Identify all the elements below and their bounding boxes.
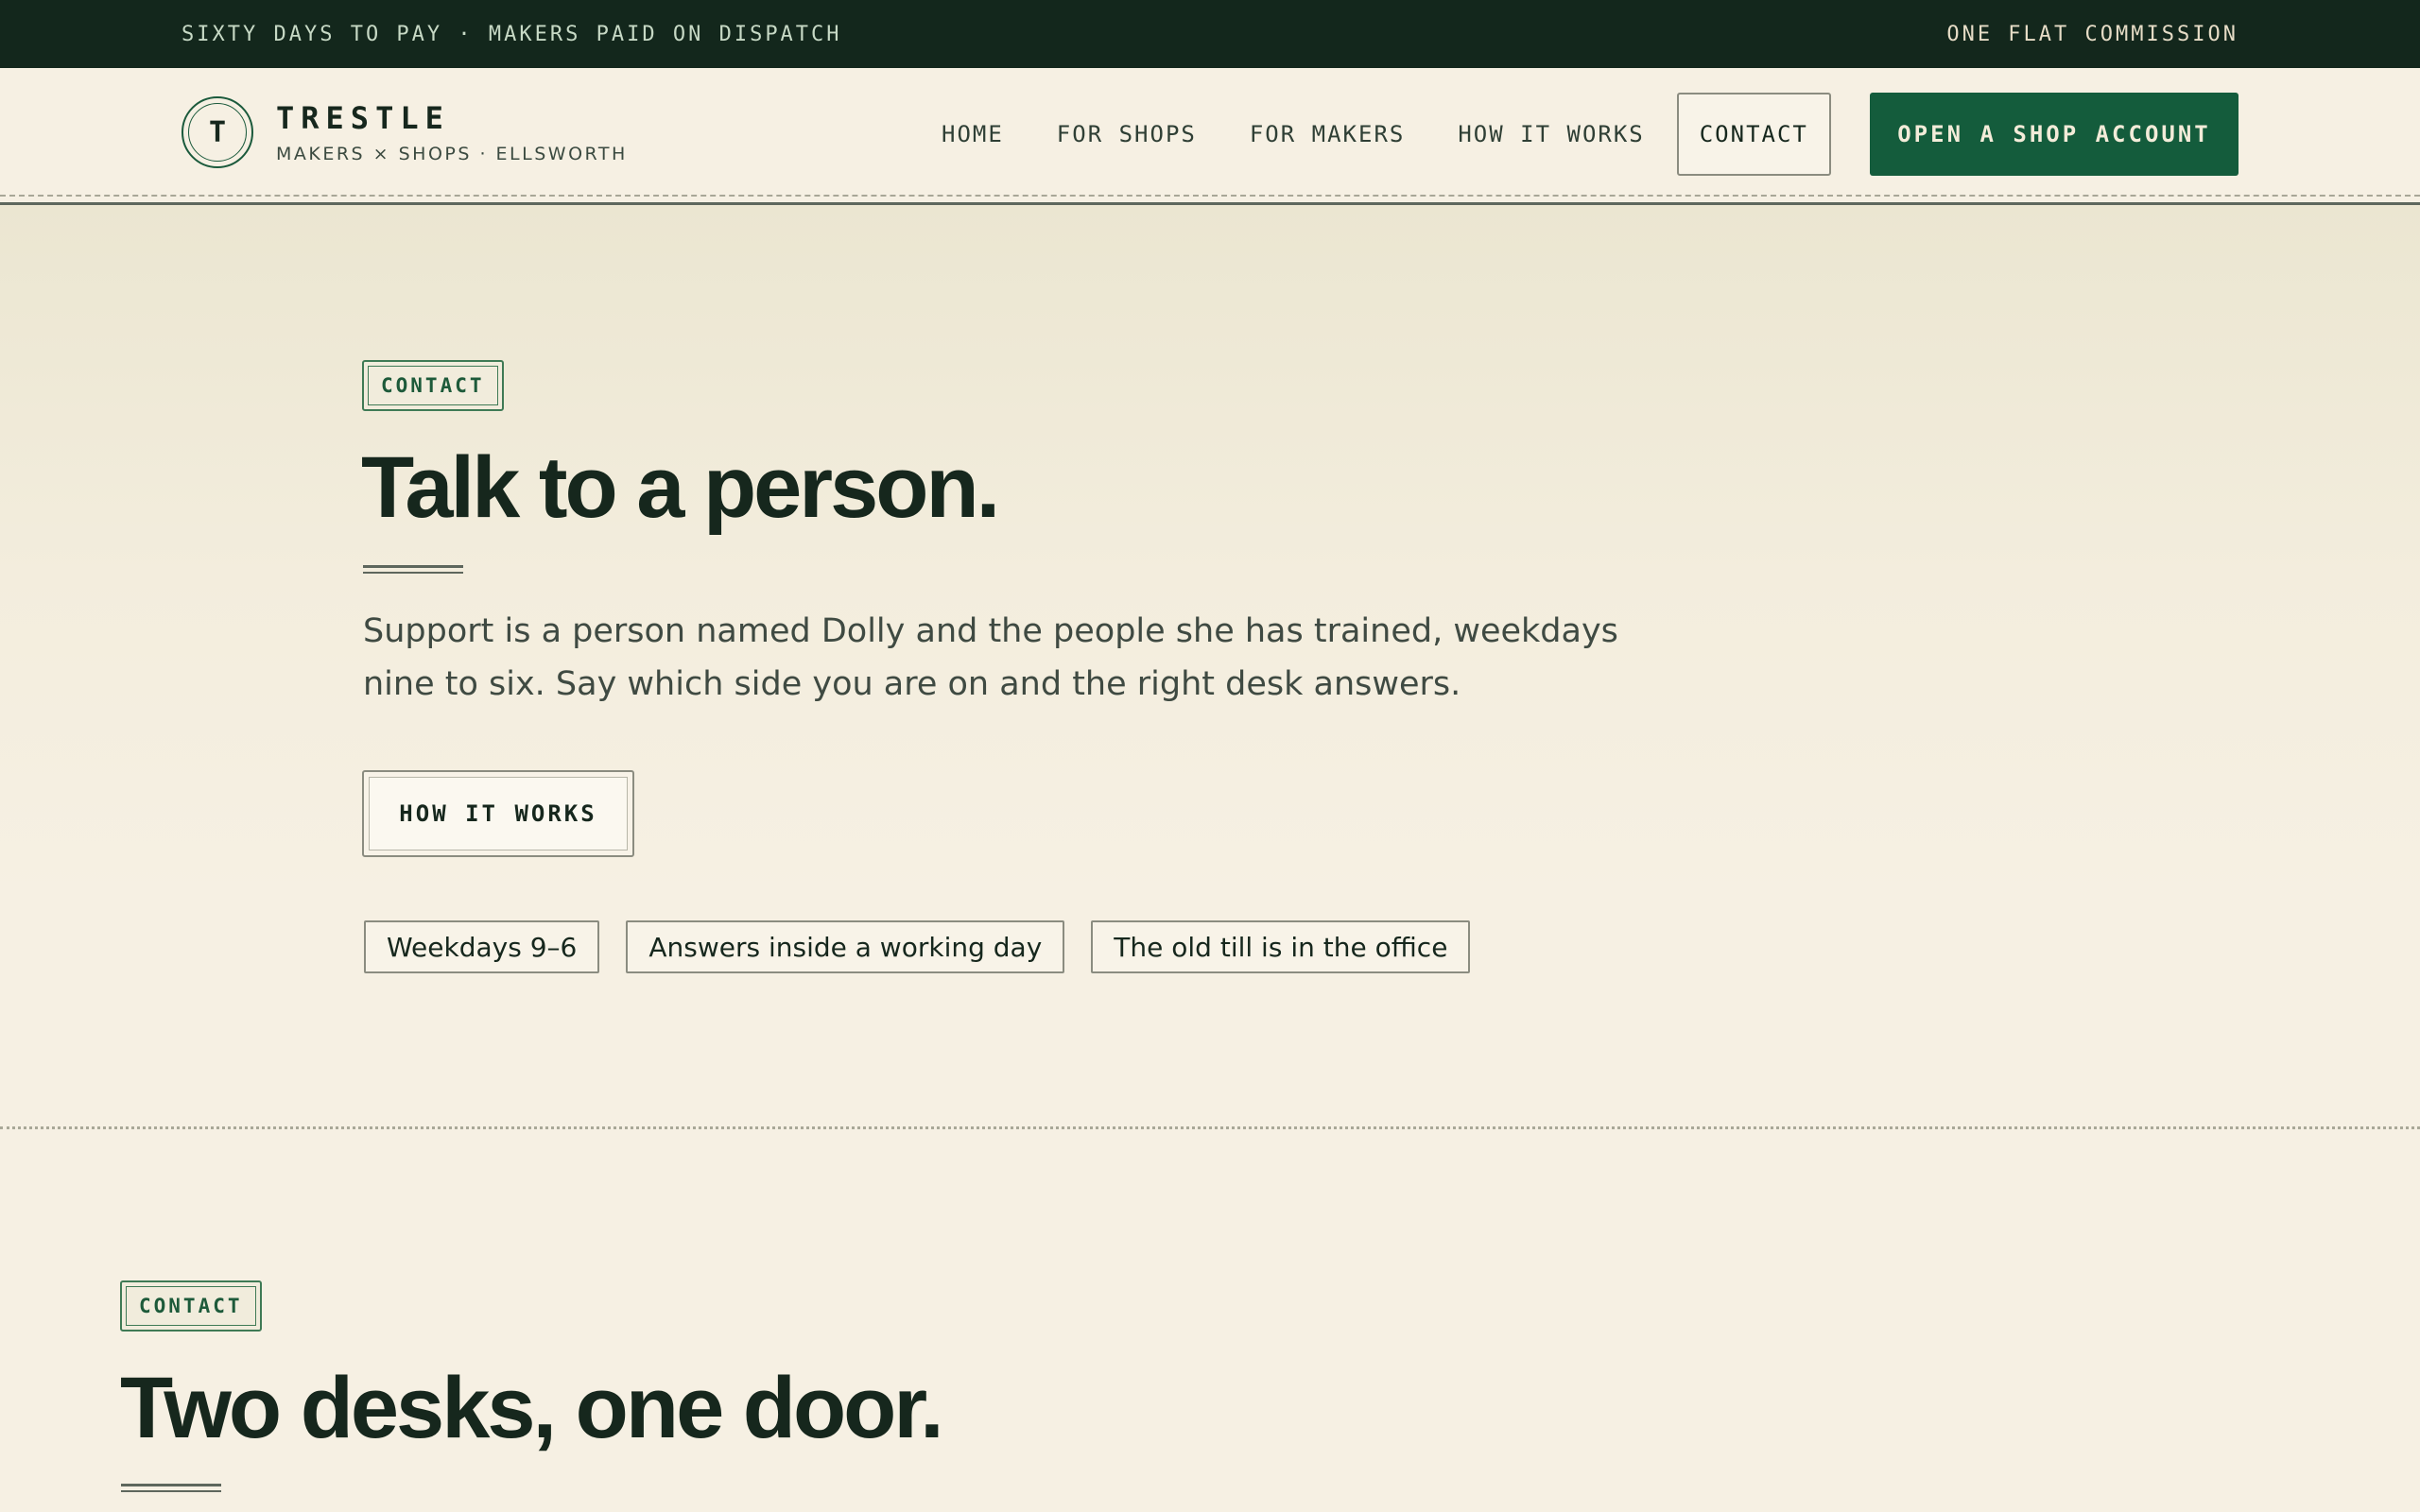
page-title: Talk to a person. — [361, 439, 1000, 536]
section-divider — [0, 1126, 2420, 1129]
announcement-left: SIXTY DAYS TO PAY · MAKERS PAID ON DISPA… — [182, 22, 842, 46]
chip-response-time: Answers inside a working day — [626, 920, 1065, 973]
site-header: T TRESTLE MAKERS × SHOPS · ELLSWORTH HOM… — [0, 68, 2420, 205]
brand-tagline: MAKERS × SHOPS · ELLSWORTH — [276, 144, 628, 164]
section-tag-label: CONTACT — [126, 1286, 256, 1326]
section-tag: CONTACT — [120, 1280, 262, 1332]
brand-name[interactable]: TRESTLE — [276, 100, 450, 136]
announcement-bar: SIXTY DAYS TO PAY · MAKERS PAID ON DISPA… — [0, 0, 2420, 68]
announcement-right: ONE FLAT COMMISSION — [1946, 22, 2238, 46]
header-dashed-divider — [0, 195, 2420, 197]
chip-office: The old till is in the office — [1091, 920, 1471, 973]
how-it-works-button-label: HOW IT WORKS — [369, 777, 628, 850]
logo-icon[interactable]: T — [182, 96, 253, 168]
main-nav: HOME FOR SHOPS FOR MAKERS HOW IT WORKS C… — [915, 93, 1831, 176]
hero-chips: Weekdays 9–6 Answers inside a working da… — [364, 920, 1471, 973]
nav-item-home[interactable]: HOME — [915, 93, 1030, 176]
open-shop-account-button[interactable]: OPEN A SHOP ACCOUNT — [1870, 93, 2238, 176]
hero-tag: CONTACT — [362, 360, 504, 411]
title-underline — [363, 565, 463, 574]
nav-item-for-makers[interactable]: FOR MAKERS — [1223, 93, 1432, 176]
nav-item-for-shops[interactable]: FOR SHOPS — [1030, 93, 1223, 176]
nav-item-contact[interactable]: CONTACT — [1676, 93, 1831, 176]
hero-lede: Support is a person named Dolly and the … — [363, 612, 1618, 703]
section-title: Two desks, one door. — [120, 1360, 944, 1456]
how-it-works-button[interactable]: HOW IT WORKS — [362, 770, 634, 857]
hero-tag-label: CONTACT — [368, 366, 498, 405]
chip-hours: Weekdays 9–6 — [364, 920, 600, 973]
logo-letter: T — [188, 103, 247, 162]
section-title-underline — [121, 1484, 221, 1492]
nav-item-how-it-works[interactable]: HOW IT WORKS — [1431, 93, 1670, 176]
